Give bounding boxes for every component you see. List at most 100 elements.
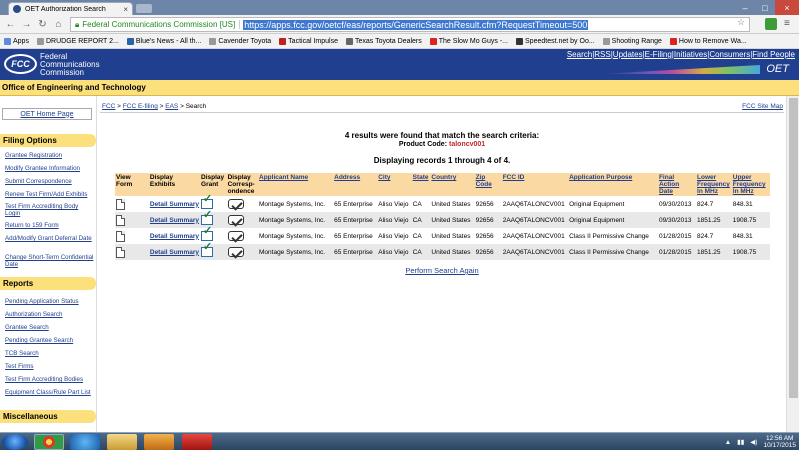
breadcrumb-fcc[interactable]: FCC xyxy=(102,103,115,110)
sidebar-link[interactable]: Add/Modify Grant Deferral Date xyxy=(5,235,95,243)
home-icon[interactable]: ⌂ xyxy=(52,18,65,31)
detail-summary-label[interactable]: Detail Summary xyxy=(150,233,199,240)
sidebar-link[interactable]: Test Firm Accrediting Bodies xyxy=(5,376,95,384)
display-grant-icon[interactable] xyxy=(201,244,214,257)
sidebar-link[interactable]: Pending Application Status xyxy=(5,298,95,306)
sidebar-link[interactable]: Equipment Class/Rule Part List xyxy=(5,389,95,397)
minimize-button[interactable]: – xyxy=(735,0,755,15)
maximize-button[interactable]: □ xyxy=(755,0,775,15)
close-window-button[interactable]: × xyxy=(775,0,799,15)
detail-summary-link[interactable]: Detail Summary xyxy=(148,196,201,212)
address-bar[interactable]: 🔒︎ Federal Communications Commission [US… xyxy=(70,17,750,32)
detail-summary-link[interactable]: Detail Summary xyxy=(148,244,201,260)
clock[interactable]: 12:56 AM 10/17/2015 xyxy=(763,435,796,449)
link-updates[interactable]: Updates xyxy=(613,50,643,59)
detail-summary-link[interactable]: Detail Summary xyxy=(148,212,201,228)
reload-icon[interactable]: ↻ xyxy=(36,18,49,31)
detail-summary-link[interactable]: Detail Summary xyxy=(148,228,201,244)
bookmark-item[interactable]: Speedtest.net by Oo... xyxy=(516,37,595,45)
display-correspondence-icon[interactable] xyxy=(227,215,244,225)
col-applicant-name[interactable]: Applicant Name xyxy=(258,173,334,196)
bookmark-star-icon[interactable]: ☆ xyxy=(737,17,745,28)
sidebar-link[interactable]: TCB Search xyxy=(5,350,95,358)
bookmark-item[interactable]: Shooting Range xyxy=(602,37,662,45)
link-consumers[interactable]: Consumers xyxy=(709,50,750,59)
display-correspondence-icon[interactable] xyxy=(227,199,244,209)
bookmark-apps[interactable]: Apps xyxy=(4,37,29,45)
cell-city: Aliso Viejo xyxy=(377,212,412,228)
display-grant-icon[interactable] xyxy=(201,196,214,209)
volume-icon[interactable]: ◀) xyxy=(750,438,757,446)
forward-arrow-icon[interactable]: → xyxy=(20,18,33,31)
link-find-people[interactable]: Find People xyxy=(752,50,795,59)
bookmark-item[interactable]: Cavender Toyota xyxy=(209,37,271,45)
extension-icon[interactable] xyxy=(765,18,777,30)
url-text[interactable]: https://apps.fcc.gov/oetcf/eas/reports/G… xyxy=(243,19,589,30)
bookmark-item[interactable]: Tactical Impulse xyxy=(279,37,338,45)
link-initiatives[interactable]: Initiatives xyxy=(674,50,707,59)
breadcrumb-eas[interactable]: EAS xyxy=(165,103,178,110)
sidebar-link[interactable]: Submit Correspondence xyxy=(5,178,95,186)
display-correspondence-icon[interactable] xyxy=(227,231,244,241)
link-rss[interactable]: RSS xyxy=(594,50,610,59)
perform-search-again-link[interactable]: Perform Search Again xyxy=(100,266,784,275)
col-zip-code[interactable]: Zip Code xyxy=(474,173,502,196)
bookmark-item[interactable]: The Slow Mo Guys -... xyxy=(429,37,508,45)
view-form-icon[interactable] xyxy=(116,230,125,242)
col-lower-frequency[interactable]: Lower Frequency In MHz xyxy=(696,173,732,196)
link-search[interactable]: Search xyxy=(567,50,592,59)
col-upper-frequency[interactable]: Upper Frequency In MHz xyxy=(731,173,770,196)
site-map-link[interactable]: FCC Site Map xyxy=(742,103,783,110)
menu-icon[interactable]: ≡ xyxy=(784,18,790,29)
tab-close-icon[interactable]: × xyxy=(123,5,128,14)
display-grant-icon[interactable] xyxy=(201,212,214,225)
sidebar-link[interactable]: Change Short-Term Confidential Date xyxy=(5,254,95,269)
sidebar-link[interactable]: Pending Grantee Search xyxy=(5,337,95,345)
quicken-icon[interactable] xyxy=(182,434,212,450)
link-efiling[interactable]: E-Filing xyxy=(645,50,672,59)
oet-home-button[interactable]: OET Home Page xyxy=(2,108,92,120)
sidebar-link[interactable]: Grantee Registration xyxy=(5,152,95,160)
col-country[interactable]: Country xyxy=(430,173,475,196)
col-address[interactable]: Address xyxy=(333,173,378,196)
scrollbar-thumb[interactable] xyxy=(789,98,798,398)
bookmark-item[interactable]: Blue's News - All th... xyxy=(126,37,201,45)
sidebar-link[interactable]: Authorization Search xyxy=(5,311,95,319)
bookmark-item[interactable]: Texas Toyota Dealers xyxy=(345,37,422,45)
new-tab-button[interactable] xyxy=(136,4,152,13)
detail-summary-label[interactable]: Detail Summary xyxy=(150,201,199,208)
sidebar-link[interactable]: Test Firms xyxy=(5,363,95,371)
display-correspondence-icon[interactable] xyxy=(227,247,244,257)
browser-tab[interactable]: OET Authorization Search × xyxy=(8,2,133,15)
breadcrumb-efiling[interactable]: FCC E-filing xyxy=(123,103,158,110)
network-icon[interactable]: ▮▮ xyxy=(737,438,744,446)
detail-summary-label[interactable]: Detail Summary xyxy=(150,249,199,256)
detail-summary-label[interactable]: Detail Summary xyxy=(150,217,199,224)
bookmark-item[interactable]: DRUDGE REPORT 2... xyxy=(36,37,119,45)
chrome-taskbar-icon[interactable] xyxy=(34,434,64,450)
sidebar-link[interactable]: Modify Grantee Information xyxy=(5,165,95,173)
sidebar-link[interactable]: Return to 159 Form xyxy=(5,222,95,230)
col-fcc-id[interactable]: FCC ID xyxy=(501,173,569,196)
view-form-icon[interactable] xyxy=(116,214,125,226)
windows-start-button[interactable] xyxy=(2,434,28,450)
col-city[interactable]: City xyxy=(377,173,412,196)
fcc-logo[interactable]: FCC xyxy=(4,54,37,74)
ev-certificate-label[interactable]: Federal Communications Commission [US] xyxy=(82,20,241,29)
tray-arrow-icon[interactable]: ▲ xyxy=(725,439,731,446)
file-explorer-icon[interactable] xyxy=(107,434,137,450)
media-player-icon[interactable] xyxy=(144,434,174,450)
view-form-icon[interactable] xyxy=(116,198,125,210)
view-form-icon[interactable] xyxy=(116,246,125,258)
col-state[interactable]: State xyxy=(411,173,431,196)
display-grant-icon[interactable] xyxy=(201,228,214,241)
bookmark-item[interactable]: How to Remove Wa... xyxy=(669,37,747,45)
col-final-action-date[interactable]: Final Action Date xyxy=(657,173,697,196)
back-arrow-icon[interactable]: ← xyxy=(4,18,17,31)
vertical-scrollbar[interactable] xyxy=(786,96,799,432)
sidebar-link[interactable]: Grantee Search xyxy=(5,324,95,332)
sidebar-link[interactable]: Renew Test Firm/Add Exhibits xyxy=(5,191,95,199)
col-application-purpose[interactable]: Application Purpose xyxy=(568,173,658,196)
internet-explorer-icon[interactable] xyxy=(70,434,100,450)
sidebar-link[interactable]: Test Firm Accrediting Body Login xyxy=(5,203,95,218)
